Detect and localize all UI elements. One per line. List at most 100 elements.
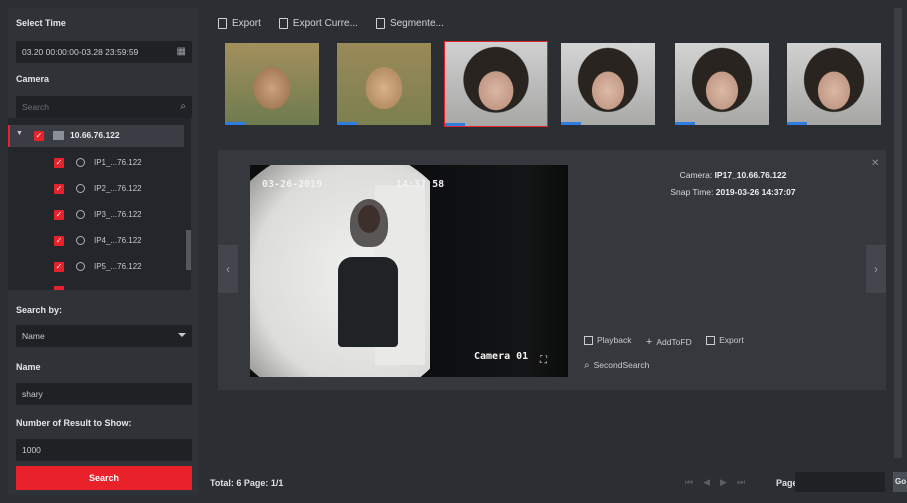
- checkbox-checked-icon[interactable]: ✓: [54, 236, 64, 246]
- camera-icon: [76, 236, 85, 245]
- export-current-button[interactable]: Export Curre...: [278, 14, 358, 32]
- export-current-label: Export Curre...: [292, 17, 358, 29]
- snap-time-value: 2019-03-26 14:37:07: [715, 187, 796, 197]
- expand-caret-icon[interactable]: ▼: [16, 130, 23, 137]
- checkbox-checked-icon[interactable]: ✓: [34, 131, 44, 141]
- name-input-value: shary: [22, 389, 43, 399]
- progress-bar: [787, 122, 807, 125]
- export-icon: [706, 335, 716, 345]
- camera-name: IP3_...76.122: [94, 210, 142, 219]
- progress-bar: [445, 123, 465, 126]
- progress-bar: [561, 122, 581, 125]
- face-thumbnail[interactable]: [336, 42, 432, 126]
- page-input[interactable]: [795, 472, 885, 492]
- second-search-button[interactable]: ⌕ SecondSearch: [584, 360, 649, 371]
- osd-date: 03-26-2019: [262, 179, 323, 190]
- face-image: [225, 43, 319, 125]
- segmented-export-button[interactable]: Segmente...: [375, 14, 444, 32]
- snap-time-label: Snap Time:: [670, 187, 714, 197]
- last-page-icon[interactable]: ⏭: [737, 477, 745, 488]
- snapshot-actions: Playback + AddToFD Export ⌕ SecondSearch: [584, 335, 756, 371]
- select-time-label: Select Time: [16, 18, 66, 28]
- detail-export-button[interactable]: Export: [706, 335, 744, 345]
- playback-icon: [584, 335, 593, 345]
- search-by-label: Search by:: [16, 305, 63, 315]
- osd-camera: Camera 01: [474, 351, 529, 362]
- camera-search-placeholder: Search: [22, 102, 49, 112]
- progress-bar: [675, 122, 695, 125]
- face-thumbnail-selected[interactable]: [444, 41, 548, 127]
- first-page-icon[interactable]: ⏮: [685, 477, 693, 488]
- time-range-value: 03.20 00:00:00-03.28 23:59:59: [22, 47, 139, 57]
- face-image: [561, 43, 655, 125]
- export-button[interactable]: Export: [218, 14, 261, 32]
- snapshot-detail-panel: ‹ ✕ 03-26-2019 14:37 58 Camera 01 ⛶ Came…: [218, 150, 886, 390]
- search-button[interactable]: Search: [16, 466, 192, 490]
- tree-root-device[interactable]: ▼ ✓ 10.66.76.122: [8, 125, 184, 147]
- prev-page-icon[interactable]: ◀: [703, 477, 710, 488]
- name-label: Name: [16, 362, 41, 372]
- result-count-value: 1000: [22, 445, 41, 455]
- previous-arrow-icon[interactable]: ‹: [218, 245, 238, 293]
- playback-button[interactable]: Playback: [584, 335, 632, 345]
- name-input[interactable]: shary: [16, 383, 192, 405]
- face-thumbnail[interactable]: [786, 42, 882, 126]
- results-total: Total: 6 Page: 1/1: [210, 478, 284, 488]
- window-scrollbar[interactable]: [894, 8, 902, 458]
- camera-name: IP1_...76.122: [94, 158, 142, 167]
- tree-root-label: 10.66.76.122: [70, 130, 120, 140]
- pagination: ⏮ ◀ ▶ ⏭: [685, 477, 745, 488]
- go-button[interactable]: Go: [893, 472, 907, 492]
- camera-search-input[interactable]: Search ⌕: [16, 96, 192, 118]
- export-toolbar: Export Export Curre... Segmente...: [218, 14, 444, 32]
- camera-name: IP2_...76.122: [94, 184, 142, 193]
- close-icon[interactable]: ✕: [871, 158, 879, 169]
- device-icon: [53, 131, 64, 140]
- next-page-icon[interactable]: ▶: [720, 477, 727, 488]
- export-icon: [375, 17, 385, 29]
- camera-icon: [76, 184, 85, 193]
- face-image: [787, 43, 881, 125]
- search-by-value: Name: [22, 331, 45, 341]
- camera-info-label: Camera:: [679, 170, 713, 180]
- face-image: [445, 42, 547, 126]
- camera-info-value: IP17_10.66.76.122: [714, 170, 787, 180]
- plus-icon: +: [645, 335, 653, 348]
- search-by-select[interactable]: Name: [16, 325, 192, 347]
- checkbox-checked-icon[interactable]: ✓: [54, 158, 64, 168]
- segmented-label: Segmente...: [389, 17, 444, 29]
- add-to-fd-button[interactable]: + AddToFD: [646, 336, 692, 348]
- checkbox-partial-icon[interactable]: [54, 286, 64, 290]
- search-icon[interactable]: ⌕: [180, 96, 186, 118]
- add-to-fd-label: AddToFD: [656, 336, 692, 347]
- osd-time: 14:37 58: [396, 179, 445, 190]
- export-icon: [278, 17, 288, 29]
- result-count-input[interactable]: 1000: [16, 439, 192, 461]
- chevron-down-icon: [178, 333, 186, 337]
- video-preview[interactable]: 03-26-2019 14:37 58 Camera 01 ⛶: [250, 165, 568, 377]
- next-arrow-icon[interactable]: ›: [866, 245, 886, 293]
- camera-tree: ▼ ✓ 10.66.76.122 ✓ IP1_...76.122 ✓ IP2_.…: [8, 118, 191, 290]
- person-hair: [350, 199, 388, 247]
- face-thumbnail[interactable]: [674, 42, 770, 126]
- camera-label: Camera: [16, 74, 50, 84]
- calendar-icon[interactable]: ▦: [177, 41, 186, 63]
- fullscreen-icon[interactable]: ⛶: [540, 355, 547, 366]
- camera-icon: [76, 158, 85, 167]
- checkbox-checked-icon[interactable]: ✓: [54, 210, 64, 220]
- person-body: [338, 257, 398, 347]
- checkbox-checked-icon[interactable]: ✓: [54, 184, 64, 194]
- face-thumbnail-strip: [218, 40, 882, 128]
- face-thumbnail[interactable]: [224, 42, 320, 126]
- dark-corridor: [430, 165, 568, 377]
- tree-scrollbar[interactable]: [186, 230, 191, 270]
- export-icon: [218, 17, 227, 29]
- snapshot-info: Camera: IP17_10.66.76.122 Snap Time: 201…: [588, 170, 878, 204]
- camera-icon: [76, 210, 85, 219]
- camera-name: IP5_...76.122: [94, 262, 142, 271]
- face-thumbnail[interactable]: [560, 42, 656, 126]
- time-range-field[interactable]: 03.20 00:00:00-03.28 23:59:59 ▦: [16, 41, 192, 63]
- checkbox-checked-icon[interactable]: ✓: [54, 262, 64, 272]
- snap-time-row: Snap Time: 2019-03-26 14:37:07: [588, 187, 878, 197]
- camera-name: IP4_...76.122: [94, 236, 142, 245]
